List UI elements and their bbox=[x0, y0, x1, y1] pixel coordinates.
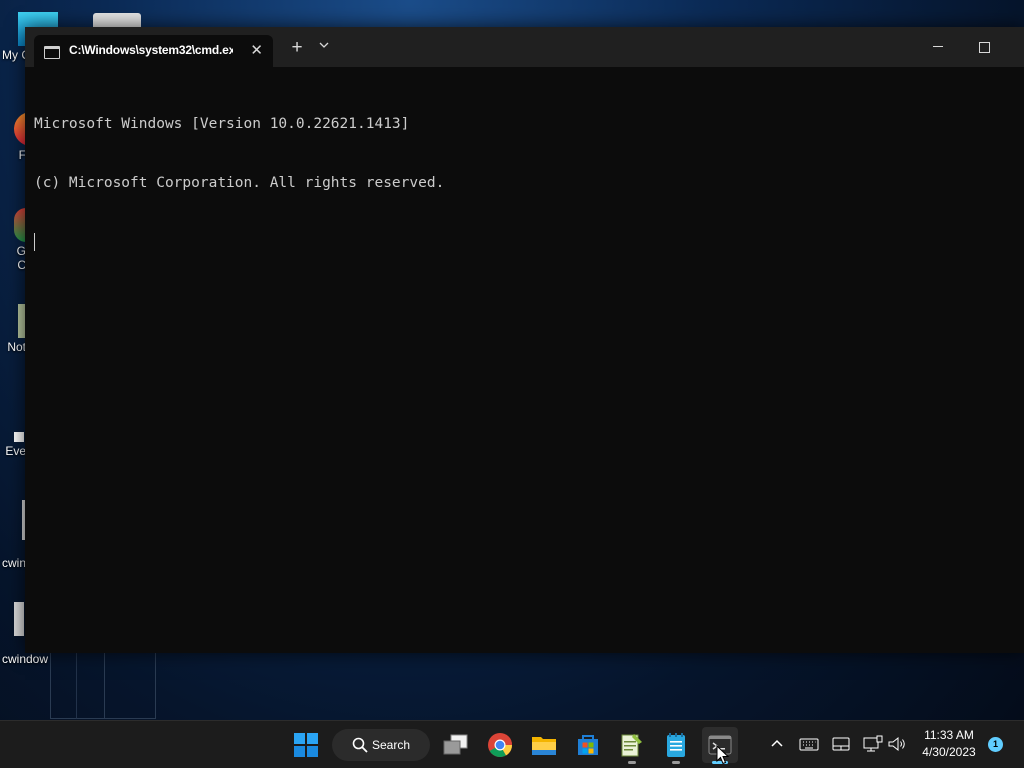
running-indicator bbox=[672, 761, 680, 764]
desktop-icon-chrome[interactable]: G C bbox=[0, 208, 26, 272]
volume-icon bbox=[888, 736, 905, 752]
chrome-icon bbox=[488, 733, 512, 758]
desktop-icon-cwin[interactable]: cwin bbox=[0, 500, 26, 570]
taskbar-file-explorer[interactable] bbox=[526, 727, 562, 763]
text-cursor bbox=[34, 233, 35, 251]
minimize-icon bbox=[933, 46, 943, 47]
close-tab-icon[interactable]: ✕ bbox=[250, 41, 263, 59]
show-hidden-icons-button[interactable] bbox=[766, 733, 788, 755]
taskbar-chrome[interactable] bbox=[482, 727, 518, 763]
taskbar-notepad[interactable] bbox=[658, 727, 694, 764]
notepadpp-icon bbox=[621, 734, 642, 757]
desktop-icon-label: G C bbox=[16, 244, 26, 272]
network-button[interactable] bbox=[862, 733, 884, 755]
network-icon bbox=[863, 735, 883, 752]
keyboard-icon bbox=[799, 738, 819, 751]
touchpad-button[interactable] bbox=[830, 733, 852, 755]
desktop-icon-notepadpp[interactable]: Not bbox=[0, 304, 26, 354]
maximize-icon bbox=[978, 42, 990, 53]
taskbar-search[interactable]: Search bbox=[332, 729, 430, 761]
desktop-icon-label: F bbox=[18, 148, 26, 162]
shortcut-arrow-icon bbox=[14, 432, 24, 442]
volume-button[interactable] bbox=[886, 733, 908, 755]
chevron-up-icon bbox=[771, 739, 783, 747]
console-line: Microsoft Windows [Version 10.0.22621.14… bbox=[34, 116, 410, 132]
maximize-button[interactable] bbox=[961, 35, 1007, 59]
file-explorer-icon bbox=[532, 737, 556, 755]
start-button[interactable] bbox=[288, 727, 324, 763]
desktop-icon-firefox[interactable]: F bbox=[0, 112, 38, 162]
background-window-frame bbox=[104, 652, 155, 719]
tab-dropdown-button[interactable] bbox=[313, 39, 335, 59]
taskbar: Search 11:33 AM 4/30/2023 1 bbox=[0, 720, 1024, 768]
terminal-window: C:\Windows\system32\cmd.exe ✕ + Microsof… bbox=[25, 27, 1024, 653]
new-tab-button[interactable]: + bbox=[285, 36, 309, 60]
search-icon bbox=[352, 737, 368, 753]
mouse-pointer-icon bbox=[716, 745, 730, 765]
running-indicator bbox=[628, 761, 636, 764]
desktop-icon-label: Eve bbox=[5, 444, 26, 458]
tab-title: C:\Windows\system32\cmd.exe bbox=[69, 43, 233, 57]
minimize-button[interactable] bbox=[915, 35, 961, 59]
task-view-icon bbox=[443, 734, 468, 755]
microsoft-store-icon bbox=[578, 735, 598, 755]
title-bar[interactable]: C:\Windows\system32\cmd.exe ✕ + bbox=[25, 27, 1024, 67]
touchpad-icon bbox=[832, 737, 850, 751]
tab-cmd[interactable]: C:\Windows\system32\cmd.exe ✕ bbox=[34, 35, 273, 67]
file-icon bbox=[14, 602, 24, 636]
console-output[interactable]: Microsoft Windows [Version 10.0.22621.14… bbox=[34, 76, 1014, 643]
console-line: (c) Microsoft Corporation. All rights re… bbox=[34, 174, 445, 191]
desktop-icon-label: cwindow bbox=[2, 652, 49, 666]
clock-time: 11:33 AM bbox=[924, 728, 974, 742]
task-view-button[interactable] bbox=[438, 727, 474, 763]
search-label: Search bbox=[372, 738, 411, 752]
taskbar-microsoft-store[interactable] bbox=[570, 727, 606, 763]
notification-badge[interactable]: 1 bbox=[988, 737, 1003, 752]
cmd-icon bbox=[44, 46, 60, 59]
windows-logo-icon bbox=[294, 733, 318, 757]
chevron-down-icon bbox=[319, 42, 329, 48]
desktop-icon-everything[interactable]: Eve bbox=[0, 432, 26, 458]
clock[interactable]: 11:33 AM 4/30/2023 bbox=[912, 727, 986, 761]
desktop-icon-label: Not bbox=[7, 340, 26, 354]
notepad-icon bbox=[667, 733, 685, 757]
keyboard-button[interactable] bbox=[798, 733, 820, 755]
taskbar-notepadpp[interactable] bbox=[614, 727, 650, 764]
desktop-icon-label: cwin bbox=[2, 556, 27, 570]
clock-date: 4/30/2023 bbox=[922, 745, 976, 759]
